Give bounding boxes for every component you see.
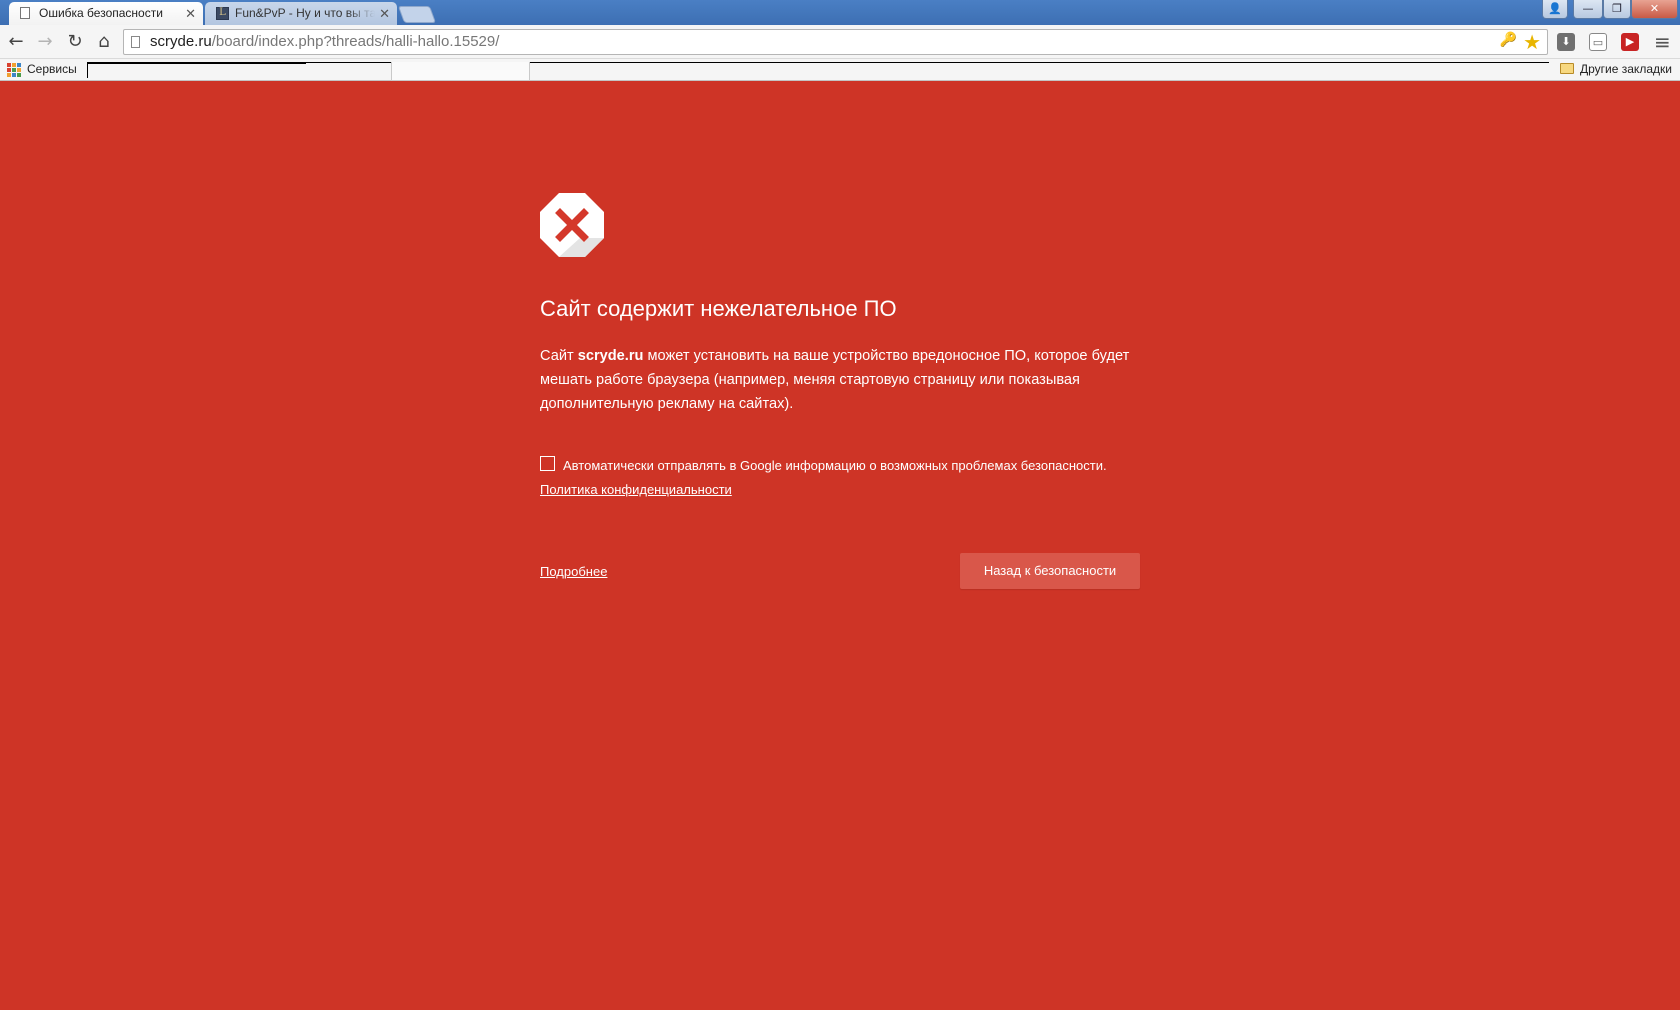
new-tab-button[interactable]: [397, 6, 437, 23]
warning-description: Сайт scryde.ru может установить на ваше …: [540, 344, 1140, 416]
privacy-policy-link[interactable]: Политика конфиденциальности: [540, 482, 732, 497]
tab-title: Ошибка безопасности: [39, 6, 163, 20]
page-info-icon[interactable]: [131, 36, 140, 48]
download-extension-icon[interactable]: ⬇: [1557, 33, 1575, 51]
desc-prefix: Сайт: [540, 348, 578, 364]
page-title: Сайт содержит нежелательное ПО: [540, 296, 897, 321]
home-icon[interactable]: ⌂: [93, 31, 115, 53]
stop-sign-icon: [540, 193, 604, 257]
tab-strip: Ошибка безопасности ✕ L Fun&PvP - Ну и ч…: [0, 0, 1680, 25]
tab-security-error[interactable]: Ошибка безопасности ✕: [9, 2, 203, 25]
back-icon[interactable]: ←: [5, 31, 27, 53]
bookmark-dropdown-ghost: [391, 62, 530, 81]
bookmark-other-bookmarks[interactable]: Другие закладки: [1580, 62, 1672, 76]
menu-icon[interactable]: ≡: [1654, 31, 1671, 53]
close-tab-icon[interactable]: ✕: [185, 2, 196, 25]
folder-icon: [1560, 63, 1574, 74]
minimize-button[interactable]: —: [1573, 0, 1603, 19]
key-icon[interactable]: 🔑: [1500, 32, 1517, 48]
back-to-safety-button[interactable]: Назад к безопасности: [960, 553, 1140, 589]
page-icon: [20, 7, 30, 19]
tab-title: Fun&PvP - Ну и что вы та: [235, 6, 375, 20]
details-link[interactable]: Подробнее: [540, 564, 607, 579]
url-path: /board/index.php?threads/halli-hallo.155…: [211, 33, 500, 50]
reload-icon[interactable]: ↻: [64, 31, 86, 53]
cast-extension-icon[interactable]: ▭: [1589, 33, 1607, 51]
tab-fun-pvp[interactable]: L Fun&PvP - Ну и что вы та ✕: [205, 2, 397, 25]
browser-toolbar: ← → ↻ ⌂ scryde.ru/board/index.php?thread…: [0, 25, 1680, 59]
close-tab-icon[interactable]: ✕: [379, 2, 390, 25]
apps-icon[interactable]: [7, 63, 21, 77]
url-host: scryde.ru: [150, 33, 212, 50]
bookmarks-drop-indicator-bar: [87, 62, 306, 64]
bookmarks-drop-indicator: [87, 62, 1549, 78]
report-checkbox[interactable]: [540, 456, 555, 471]
desc-site: scryde.ru: [577, 348, 644, 364]
bookmarks-bar: Сервисы Другие закладки: [0, 59, 1680, 81]
address-bar[interactable]: scryde.ru/board/index.php?threads/halli-…: [123, 29, 1548, 55]
bookmark-services[interactable]: Сервисы: [27, 62, 77, 76]
url-text[interactable]: scryde.ru/board/index.php?threads/halli-…: [150, 30, 499, 54]
site-favicon-icon: L: [216, 7, 229, 20]
maximize-button[interactable]: ❐: [1603, 0, 1631, 19]
bookmark-star-icon[interactable]: ★: [1523, 30, 1541, 54]
forward-icon[interactable]: →: [34, 31, 56, 53]
report-checkbox-label[interactable]: Автоматически отправлять в Google информ…: [563, 458, 1140, 473]
close-window-button[interactable]: ✕: [1631, 0, 1678, 19]
red-extension-icon[interactable]: ▶: [1621, 33, 1639, 51]
user-icon[interactable]: 👤: [1542, 0, 1568, 19]
